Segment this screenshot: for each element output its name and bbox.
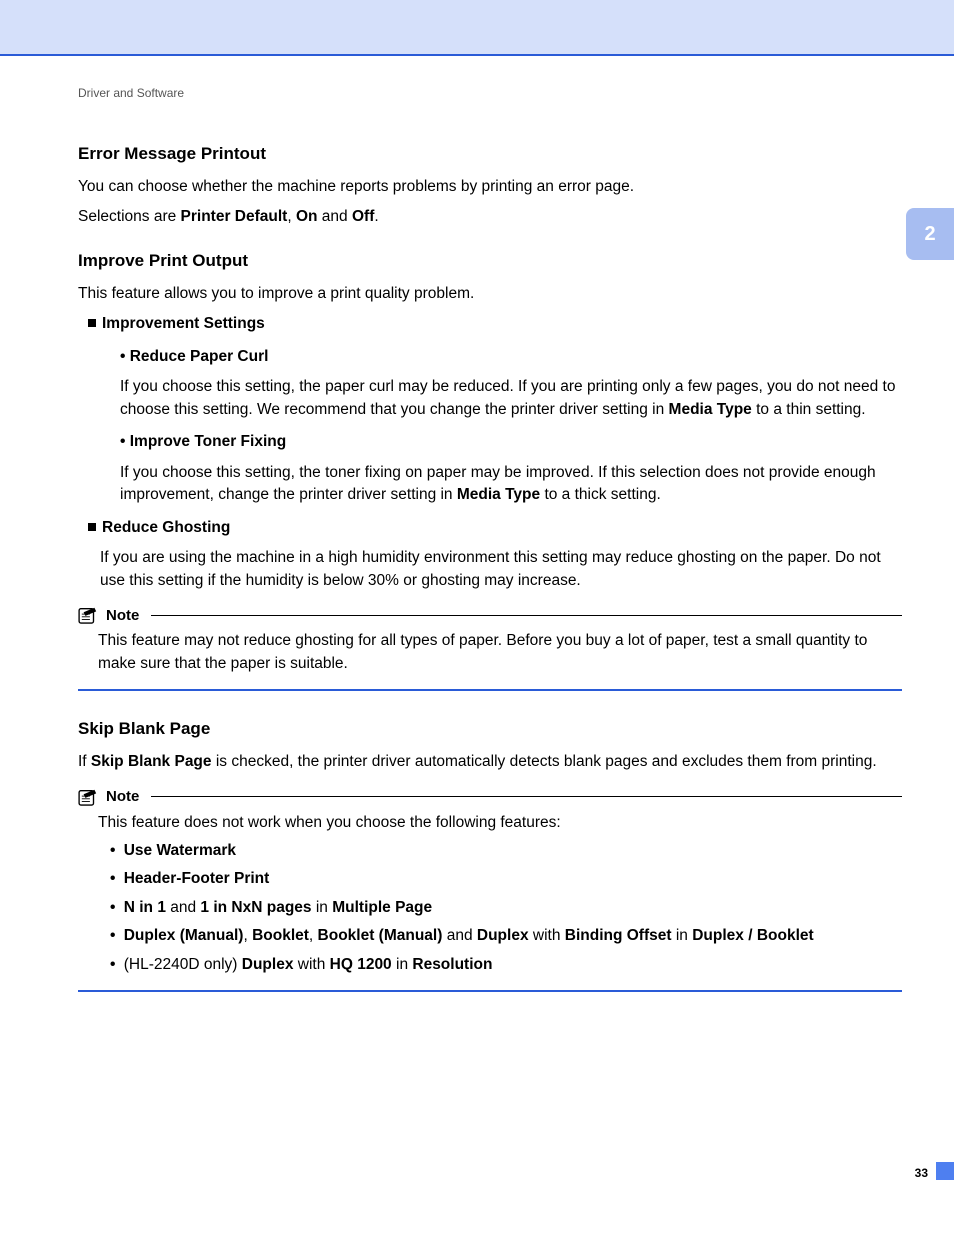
text: (HL-2240D only) <box>124 956 242 973</box>
bullet-dot: Reduce Paper Curl <box>120 346 902 368</box>
list-item: Header-Footer Print <box>124 868 902 890</box>
text-bold: Off <box>352 208 374 225</box>
text-bold: Duplex / Booklet <box>692 927 813 944</box>
text-bold: Duplex <box>242 956 294 973</box>
square-bullet-icon <box>88 319 96 327</box>
text-bold: Multiple Page <box>332 899 432 916</box>
list-item: (HL-2240D only) Duplex with HQ 1200 in R… <box>124 954 902 976</box>
text: in <box>392 956 413 973</box>
text-bold: Media Type <box>669 401 752 418</box>
page-number-strip <box>936 1162 954 1180</box>
note-rule-top <box>151 615 902 616</box>
text-bold: Booklet (Manual) <box>318 927 443 944</box>
text-bold: Reduce Paper Curl <box>130 348 269 365</box>
body-text: If you choose this setting, the toner fi… <box>120 462 902 507</box>
section-title-error-message: Error Message Printout <box>78 144 902 164</box>
text-bold: On <box>296 208 318 225</box>
note-intro: This feature does not work when you choo… <box>98 812 902 834</box>
body-text: If you are using the machine in a high h… <box>100 547 902 592</box>
breadcrumb: Driver and Software <box>78 86 902 100</box>
text: Selections are <box>78 208 181 225</box>
header-band <box>0 0 954 54</box>
body-text: If Skip Blank Page is checked, the print… <box>78 751 902 773</box>
note-rule-bottom <box>78 990 902 992</box>
text: and <box>166 899 200 916</box>
text: and <box>442 927 476 944</box>
note-list: Use Watermark Header-Footer Print N in 1… <box>98 840 902 976</box>
text-bold: Binding Offset <box>565 927 672 944</box>
note-icon <box>78 606 100 624</box>
text-bold: Printer Default <box>181 208 288 225</box>
note-rule-bottom <box>78 689 902 691</box>
text-bold: Reduce Ghosting <box>102 519 230 536</box>
note-label: Note <box>106 607 139 624</box>
text: with <box>529 927 565 944</box>
text-bold: N in 1 <box>124 899 166 916</box>
list-item: Use Watermark <box>124 840 902 862</box>
text-bold: Resolution <box>412 956 492 973</box>
section-title-improve-output: Improve Print Output <box>78 251 902 271</box>
bullet-square: Improvement Settings <box>88 313 902 335</box>
chapter-tab: 2 <box>906 208 954 260</box>
text-bold: Duplex (Manual) <box>124 927 244 944</box>
note-header: Note <box>78 606 902 624</box>
note-label: Note <box>106 788 139 805</box>
text: to a thick setting. <box>540 486 661 503</box>
text-bold: HQ 1200 <box>330 956 392 973</box>
text-bold: Duplex <box>477 927 529 944</box>
text-bold: Header-Footer Print <box>124 870 270 887</box>
note-icon <box>78 788 100 806</box>
list-item: N in 1 and 1 in NxN pages in Multiple Pa… <box>124 897 902 919</box>
text: in <box>672 927 693 944</box>
square-bullet-icon <box>88 523 96 531</box>
bullet-square: Reduce Ghosting <box>88 517 902 539</box>
text: , <box>309 927 318 944</box>
text: and <box>318 208 352 225</box>
list-item: Duplex (Manual), Booklet, Booklet (Manua… <box>124 925 902 947</box>
bullet-dot: Improve Toner Fixing <box>120 431 902 453</box>
text-bold: 1 in NxN pages <box>200 899 311 916</box>
page-content: Driver and Software Error Message Printo… <box>78 86 902 992</box>
note-rule-top <box>151 796 902 797</box>
note-header: Note <box>78 788 902 806</box>
note-body: This feature does not work when you choo… <box>78 806 902 987</box>
body-text: If you choose this setting, the paper cu… <box>120 376 902 421</box>
text: is checked, the printer driver automatic… <box>212 753 877 770</box>
body-text: This feature allows you to improve a pri… <box>78 283 902 305</box>
text-bold: Use Watermark <box>124 842 236 859</box>
note-body: This feature may not reduce ghosting for… <box>78 624 902 685</box>
text: with <box>293 956 329 973</box>
note-block: Note This feature may not reduce ghostin… <box>78 606 902 691</box>
body-text: You can choose whether the machine repor… <box>78 176 902 198</box>
text: . <box>374 208 378 225</box>
header-rule <box>0 54 954 56</box>
page-number: 33 <box>915 1166 928 1180</box>
text: to a thin setting. <box>752 401 866 418</box>
text-bold: Improve Toner Fixing <box>130 433 286 450</box>
text: in <box>312 899 333 916</box>
text-bold: Skip Blank Page <box>91 753 212 770</box>
text-bold: Media Type <box>457 486 540 503</box>
section-title-skip-blank: Skip Blank Page <box>78 719 902 739</box>
text-bold: Booklet <box>252 927 309 944</box>
text: If <box>78 753 91 770</box>
body-text: Selections are Printer Default, On and O… <box>78 206 902 228</box>
text: , <box>287 208 296 225</box>
text: , <box>243 927 252 944</box>
note-block: Note This feature does not work when you… <box>78 788 902 993</box>
text-bold: Improvement Settings <box>102 315 265 332</box>
